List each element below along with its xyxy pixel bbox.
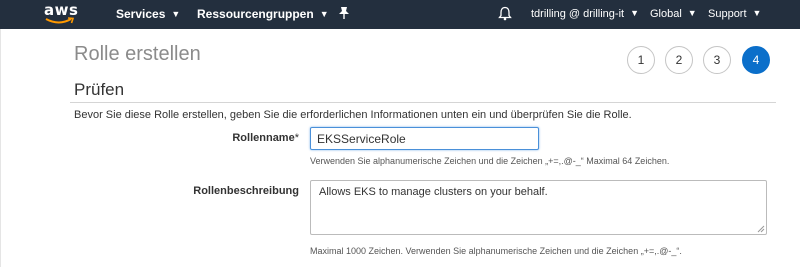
support-menu[interactable]: Support ▼	[708, 8, 761, 20]
region-menu[interactable]: Global ▼	[650, 8, 697, 20]
resource-groups-menu[interactable]: Ressourcengruppen ▼	[197, 7, 329, 21]
role-description-label: Rollenbeschreibung	[193, 185, 299, 197]
step-2[interactable]: 2	[665, 46, 693, 74]
resize-grip-icon[interactable]	[757, 225, 765, 233]
region-menu-label: Global	[650, 8, 682, 20]
aws-logo[interactable]: aws	[44, 1, 80, 27]
section-divider	[70, 102, 776, 103]
services-menu[interactable]: Services ▼	[116, 7, 180, 21]
page-title: Rolle erstellen	[74, 43, 201, 65]
account-menu[interactable]: tdrilling @ drilling-it ▼	[531, 8, 639, 20]
role-description-hint: Maximal 1000 Zeichen. Verwenden Sie alph…	[310, 246, 682, 256]
step-4-active[interactable]: 4	[742, 46, 770, 74]
step-3[interactable]: 3	[703, 46, 731, 74]
required-marker: *	[294, 132, 299, 144]
left-edge	[0, 29, 1, 267]
role-name-label-text: Rollenname	[232, 132, 295, 144]
bell-icon[interactable]	[498, 6, 512, 26]
intro-text: Bevor Sie diese Rolle erstellen, geben S…	[74, 109, 632, 121]
role-name-input[interactable]	[310, 127, 539, 150]
account-menu-label: tdrilling @ drilling-it	[531, 8, 625, 20]
role-description-textarea[interactable]: Allows EKS to manage clusters on your be…	[310, 180, 767, 235]
support-menu-label: Support	[708, 8, 747, 20]
step-1[interactable]: 1	[627, 46, 655, 74]
section-title: Prüfen	[74, 80, 125, 99]
role-name-label: Rollenname*	[99, 132, 299, 144]
resource-groups-menu-label: Ressourcengruppen	[197, 7, 314, 21]
chevron-down-icon: ▼	[171, 9, 181, 19]
pin-icon[interactable]	[338, 6, 350, 23]
chevron-down-icon: ▼	[630, 8, 640, 18]
chevron-down-icon: ▼	[687, 8, 697, 18]
aws-smile-icon	[45, 17, 75, 24]
chevron-down-icon: ▼	[752, 8, 762, 18]
chevron-down-icon: ▼	[319, 9, 329, 19]
role-name-hint: Verwenden Sie alphanumerische Zeichen un…	[310, 156, 670, 166]
services-menu-label: Services	[116, 7, 166, 21]
top-navbar: aws Services ▼ Ressourcengruppen ▼ tdrilli…	[0, 0, 800, 29]
